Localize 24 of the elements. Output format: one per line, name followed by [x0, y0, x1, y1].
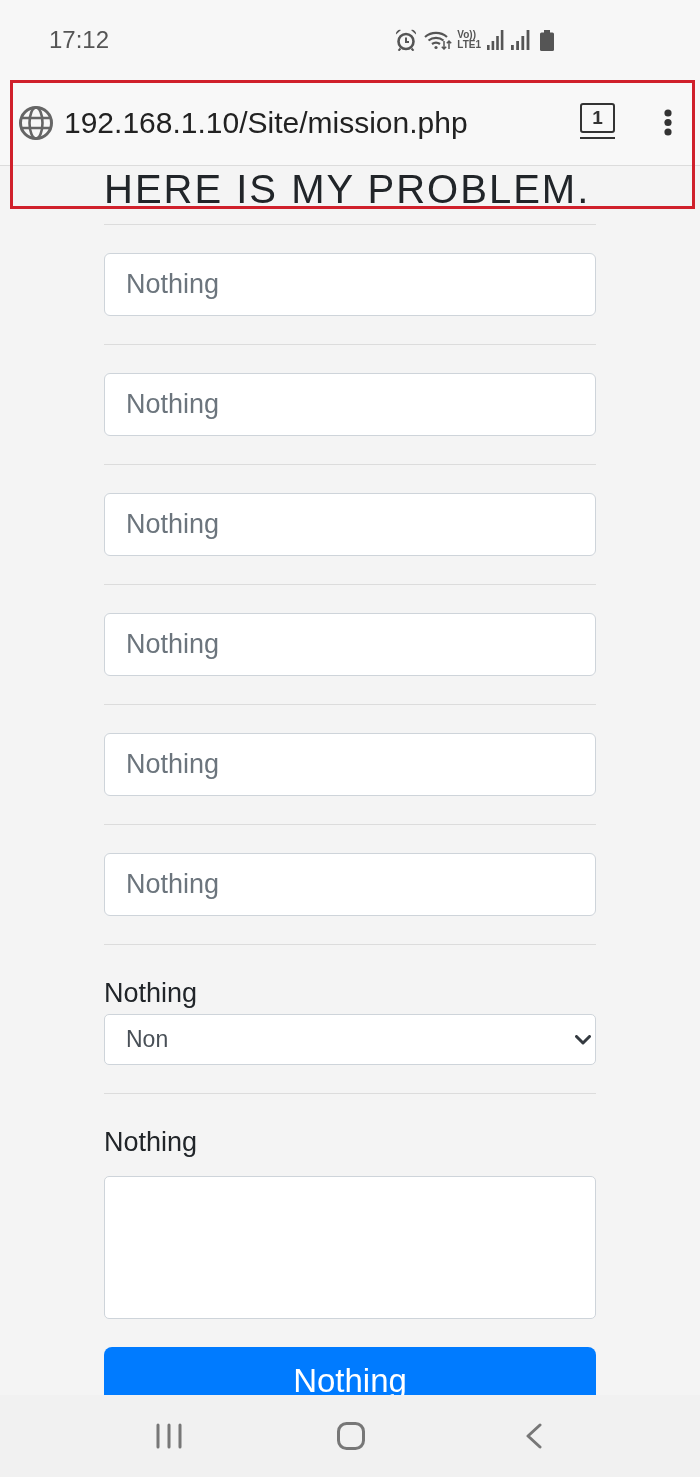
chevron-down-icon: [575, 1034, 591, 1045]
more-options-icon[interactable]: [664, 109, 672, 136]
dropdown-field[interactable]: Non: [104, 1014, 596, 1065]
text-input[interactable]: Nothing: [104, 613, 596, 676]
clock-time: 17:12: [49, 26, 110, 54]
globe-icon: [19, 105, 53, 140]
home-icon[interactable]: [337, 1422, 365, 1450]
signal-strength-icon: [487, 30, 504, 50]
text-input[interactable]: Nothing: [104, 853, 596, 916]
field-label: Nothing: [104, 977, 199, 1010]
address-field[interactable]: 192.168.1.10/Site/mission.php: [64, 105, 468, 140]
wifi-icon: [424, 30, 453, 50]
back-icon[interactable]: [526, 1423, 542, 1449]
text-input[interactable]: Nothing: [104, 493, 596, 556]
battery-icon: [540, 29, 554, 51]
page-heading: HERE IS MY PROBLEM.: [104, 167, 592, 212]
signal-strength-icon: [511, 30, 530, 50]
text-input[interactable]: Nothing: [104, 253, 596, 316]
network-type-label: Vo)) LTE1: [457, 30, 481, 50]
recent-apps-icon[interactable]: [156, 1423, 182, 1449]
text-input[interactable]: Nothing: [104, 733, 596, 796]
field-label: Nothing: [104, 1126, 199, 1159]
text-input[interactable]: Nothing: [104, 373, 596, 436]
alarm-clock-icon: [395, 29, 418, 51]
